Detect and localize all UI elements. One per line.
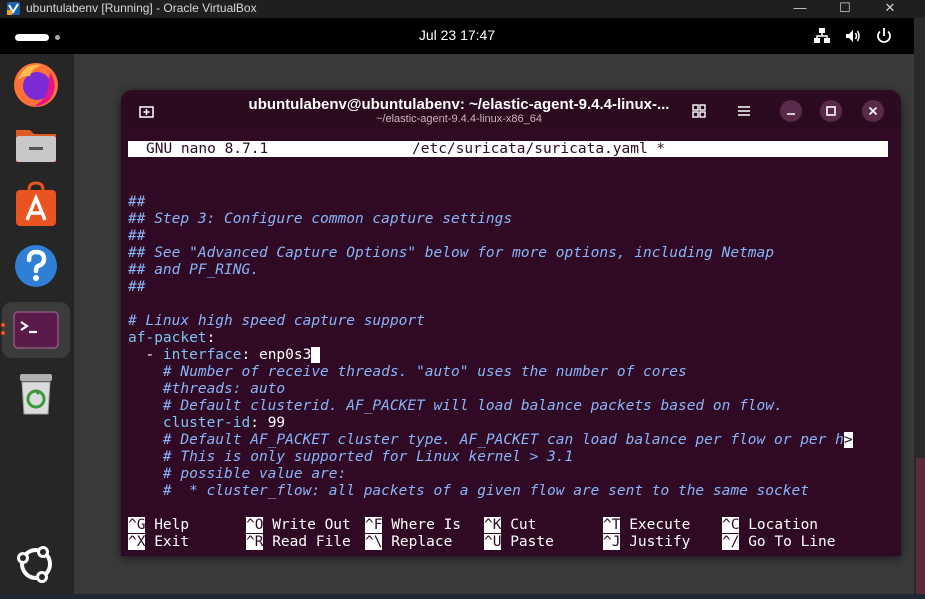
files-icon[interactable] bbox=[10, 118, 62, 170]
line-text: # Default AF_PACKET cluster type. AF_PAC… bbox=[128, 432, 844, 448]
nano-file-name: /etc/suricata/suricata.yaml * bbox=[412, 141, 666, 157]
yaml-value: enp0s3 bbox=[258, 347, 312, 363]
terminal-icon[interactable] bbox=[10, 304, 62, 356]
shortcut-where-is[interactable]: ^F Where Is bbox=[365, 517, 461, 534]
volume-icon[interactable] bbox=[843, 26, 863, 46]
menu-icon[interactable] bbox=[732, 100, 756, 122]
shortcut-write-out[interactable]: ^O Write Out bbox=[246, 517, 351, 534]
editor-line: # Number of receive threads. "auto" uses… bbox=[128, 364, 687, 380]
terminal-close-button[interactable] bbox=[862, 100, 884, 122]
editor-line: # Default clusterid. AF_PACKET will load… bbox=[128, 398, 783, 414]
terminal-maximize-button[interactable] bbox=[820, 100, 842, 122]
editor-line: ## and PF_RING. bbox=[128, 262, 259, 278]
shortcut-justify[interactable]: ^J Justify bbox=[603, 534, 690, 551]
yaml-indent bbox=[128, 415, 163, 431]
minimize-button[interactable]: — bbox=[780, 0, 820, 18]
yaml-key: interface bbox=[162, 347, 242, 363]
help-icon[interactable] bbox=[10, 240, 62, 292]
terminal-subtitle: ~/elastic-agent-9.4.4-linux-x86_64 bbox=[375, 113, 542, 125]
overflow-marker: > bbox=[843, 432, 853, 448]
close-button[interactable]: ✕ bbox=[870, 0, 910, 18]
yaml-key: af-packet bbox=[128, 330, 207, 346]
editor-line: ## bbox=[128, 228, 146, 244]
shortcut-go-to-line[interactable]: ^/ Go To Line bbox=[722, 534, 836, 551]
yaml-indent: - bbox=[128, 347, 163, 363]
shortcut-paste[interactable]: ^U Paste bbox=[484, 534, 554, 551]
yaml-key: cluster-id bbox=[162, 415, 251, 431]
nano-title-bar: GNU nano 8.7.1 /etc/suricata/suricata.ya… bbox=[128, 141, 888, 157]
editor-line: ## Step 3: Configure common capture sett… bbox=[128, 211, 513, 227]
editor-line: #threads: auto bbox=[128, 381, 286, 397]
network-icon[interactable] bbox=[812, 26, 832, 46]
new-tab-icon[interactable] bbox=[135, 100, 159, 122]
editor-line: ## bbox=[128, 279, 146, 295]
yaml-colon: : bbox=[206, 330, 216, 346]
maximize-button[interactable]: ☐ bbox=[825, 0, 865, 18]
nano-version: GNU nano 8.7.1 bbox=[146, 141, 269, 157]
yaml-sep: : bbox=[250, 415, 268, 431]
editor-line: ## See "Advanced Capture Options" below … bbox=[128, 245, 775, 261]
virtualbox-icon bbox=[7, 2, 20, 15]
editor-line: cluster-id: 99 bbox=[128, 415, 285, 432]
tab-overview-icon[interactable] bbox=[687, 100, 711, 122]
power-icon[interactable] bbox=[874, 26, 894, 46]
running-indicator bbox=[1, 323, 5, 327]
host-desktop-edge bbox=[914, 18, 925, 599]
terminal-headerbar[interactable]: ubuntulabenv@ubuntulabenv: ~/elastic-age… bbox=[121, 90, 901, 132]
firefox-icon[interactable] bbox=[10, 58, 62, 110]
shortcut-help[interactable]: ^G Help bbox=[128, 517, 189, 534]
terminal-window[interactable]: ubuntulabenv@ubuntulabenv: ~/elastic-age… bbox=[121, 90, 901, 556]
nano-editor[interactable]: GNU nano 8.7.1 /etc/suricata/suricata.ya… bbox=[128, 141, 888, 556]
yaml-sep: : bbox=[241, 347, 259, 363]
editor-line: # Linux high speed capture support bbox=[128, 313, 425, 329]
shortcut-exit[interactable]: ^X Exit bbox=[128, 534, 189, 551]
running-indicator bbox=[1, 331, 5, 335]
vbox-window-title: ubuntulabenv [Running] - Oracle VirtualB… bbox=[26, 1, 257, 15]
shortcut-replace[interactable]: ^\ Replace bbox=[365, 534, 452, 551]
ubuntu-dock bbox=[0, 54, 74, 594]
editor-line: # * cluster_flow: all packets of a given… bbox=[128, 483, 809, 499]
app-center-icon[interactable] bbox=[10, 180, 62, 232]
host-taskbar-edge bbox=[0, 594, 925, 599]
shortcut-location[interactable]: ^C Location bbox=[722, 517, 818, 534]
clock[interactable]: Jul 23 17:47 bbox=[0, 27, 914, 43]
editor-line: af-packet: bbox=[128, 330, 215, 347]
text-cursor bbox=[311, 347, 321, 363]
trash-icon[interactable] bbox=[10, 368, 62, 420]
terminal-title: ubuntulabenv@ubuntulabenv: ~/elastic-age… bbox=[248, 96, 670, 113]
shortcut-execute[interactable]: ^T Execute bbox=[603, 517, 690, 534]
shortcut-read-file[interactable]: ^R Read File bbox=[246, 534, 351, 551]
shortcut-cut[interactable]: ^K Cut bbox=[484, 517, 536, 534]
editor-line: ## bbox=[128, 194, 146, 210]
editor-line: # Default AF_PACKET cluster type. AF_PAC… bbox=[128, 432, 853, 449]
show-apps-icon[interactable] bbox=[10, 538, 62, 590]
terminal-minimize-button[interactable] bbox=[780, 100, 802, 122]
editor-line: - interface: enp0s3 bbox=[128, 347, 321, 364]
gnome-top-bar: Jul 23 17:47 bbox=[0, 18, 914, 54]
editor-line: # possible value are: bbox=[128, 466, 347, 482]
editor-line: # This is only supported for Linux kerne… bbox=[128, 449, 574, 465]
vbox-titlebar: ubuntulabenv [Running] - Oracle VirtualB… bbox=[0, 0, 925, 18]
yaml-value: 99 bbox=[267, 415, 286, 431]
